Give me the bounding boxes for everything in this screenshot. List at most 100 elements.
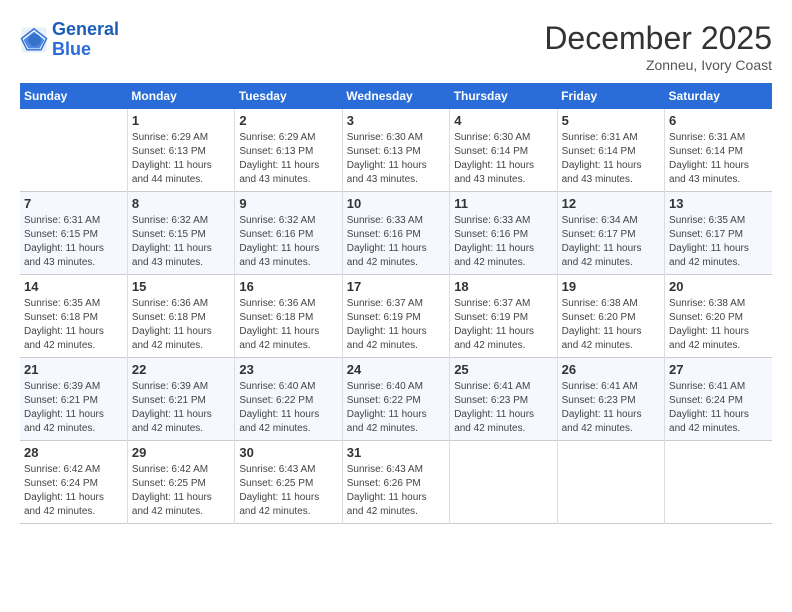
- weekday-header-sunday: Sunday: [20, 83, 127, 109]
- day-number: 28: [24, 445, 123, 460]
- calendar-cell: 11Sunrise: 6:33 AMSunset: 6:16 PMDayligh…: [450, 192, 557, 275]
- day-number: 3: [347, 113, 445, 128]
- calendar-cell: [665, 441, 772, 524]
- weekday-header-friday: Friday: [557, 83, 664, 109]
- day-number: 2: [239, 113, 337, 128]
- calendar-cell: 15 Sunrise: 6:36 AMSunset: 6:18 PMDayligh…: [127, 275, 234, 358]
- day-info: Sunrise: 6:33 AMSunset: 6:16 PMDaylight:…: [454, 214, 552, 270]
- calendar-cell: 19Sunrise: 6:38 AMSunset: 6:20 PMDayligh…: [557, 275, 664, 358]
- calendar-cell: 21 Sunrise: 6:39 AMSunset: 6:21 PMDayligh…: [20, 358, 127, 441]
- calendar-cell: 23 Sunrise: 6:40 AMSunset: 6:22 PMDayligh…: [235, 358, 342, 441]
- day-number: 20: [669, 279, 768, 294]
- day-info: Sunrise: 6:39 AMSunset: 6:21 PMDaylight:…: [132, 380, 230, 436]
- day-info: Sunrise: 6:32 AMSunset: 6:16 PMDaylight:…: [239, 214, 337, 270]
- day-number: 18: [454, 279, 552, 294]
- day-number: 10: [347, 196, 445, 211]
- calendar-cell: 12Sunrise: 6:34 AMSunset: 6:17 PMDayligh…: [557, 192, 664, 275]
- day-number: 12: [562, 196, 660, 211]
- day-number: 17: [347, 279, 445, 294]
- calendar-cell: 24Sunrise: 6:40 AMSunset: 6:22 PMDayligh…: [342, 358, 449, 441]
- day-info: Sunrise: 6:30 AMSunset: 6:13 PMDaylight:…: [347, 131, 445, 187]
- day-info: Sunrise: 6:43 AMSunset: 6:26 PMDaylight:…: [347, 463, 445, 519]
- day-info: Sunrise: 6:29 AMSunset: 6:13 PMDaylight:…: [239, 131, 337, 187]
- calendar-cell: 2 Sunrise: 6:29 AMSunset: 6:13 PMDaylight…: [235, 109, 342, 192]
- calendar-cell: 17 Sunrise: 6:37 AMSunset: 6:19 PMDayligh…: [342, 275, 449, 358]
- weekday-header-row: SundayMondayTuesdayWednesdayThursdayFrid…: [20, 83, 772, 109]
- day-info: Sunrise: 6:42 AMSunset: 6:24 PMDaylight:…: [24, 463, 123, 519]
- calendar-cell: [450, 441, 557, 524]
- day-number: 13: [669, 196, 768, 211]
- weekday-header-thursday: Thursday: [450, 83, 557, 109]
- calendar-cell: 16 Sunrise: 6:36 AMSunset: 6:18 PMDayligh…: [235, 275, 342, 358]
- day-number: 14: [24, 279, 123, 294]
- day-number: 8: [132, 196, 230, 211]
- day-info: Sunrise: 6:41 AMSunset: 6:24 PMDaylight:…: [669, 380, 768, 436]
- day-info: Sunrise: 6:43 AMSunset: 6:25 PMDaylight:…: [239, 463, 337, 519]
- day-info: Sunrise: 6:33 AMSunset: 6:16 PMDaylight:…: [347, 214, 445, 270]
- weekday-header-saturday: Saturday: [665, 83, 772, 109]
- calendar-cell: 27Sunrise: 6:41 AMSunset: 6:24 PMDayligh…: [665, 358, 772, 441]
- day-info: Sunrise: 6:38 AMSunset: 6:20 PMDaylight:…: [669, 297, 768, 353]
- calendar-cell: 14 Sunrise: 6:35 AMSunset: 6:18 PMDayligh…: [20, 275, 127, 358]
- day-info: Sunrise: 6:36 AMSunset: 6:18 PMDaylight:…: [132, 297, 230, 353]
- day-info: Sunrise: 6:39 AMSunset: 6:21 PMDaylight:…: [24, 380, 123, 436]
- calendar-cell: 13 Sunrise: 6:35 AMSunset: 6:17 PMDayligh…: [665, 192, 772, 275]
- day-number: 21: [24, 362, 123, 377]
- day-number: 19: [562, 279, 660, 294]
- calendar-cell: 4 Sunrise: 6:30 AMSunset: 6:14 PMDaylight…: [450, 109, 557, 192]
- logo-text: General Blue: [52, 20, 119, 60]
- day-info: Sunrise: 6:37 AMSunset: 6:19 PMDaylight:…: [347, 297, 445, 353]
- day-number: 9: [239, 196, 337, 211]
- day-number: 5: [562, 113, 660, 128]
- day-number: 30: [239, 445, 337, 460]
- calendar-cell: 10 Sunrise: 6:33 AMSunset: 6:16 PMDayligh…: [342, 192, 449, 275]
- day-number: 16: [239, 279, 337, 294]
- day-info: Sunrise: 6:32 AMSunset: 6:15 PMDaylight:…: [132, 214, 230, 270]
- day-info: Sunrise: 6:36 AMSunset: 6:18 PMDaylight:…: [239, 297, 337, 353]
- week-row-1: 1Sunrise: 6:29 AMSunset: 6:13 PMDaylight…: [20, 109, 772, 192]
- weekday-header-wednesday: Wednesday: [342, 83, 449, 109]
- day-number: 25: [454, 362, 552, 377]
- day-info: Sunrise: 6:29 AMSunset: 6:13 PMDaylight:…: [132, 131, 230, 187]
- day-info: Sunrise: 6:35 AMSunset: 6:17 PMDaylight:…: [669, 214, 768, 270]
- day-info: Sunrise: 6:40 AMSunset: 6:22 PMDaylight:…: [239, 380, 337, 436]
- calendar-cell: 22Sunrise: 6:39 AMSunset: 6:21 PMDayligh…: [127, 358, 234, 441]
- calendar-cell: 1Sunrise: 6:29 AMSunset: 6:13 PMDaylight…: [127, 109, 234, 192]
- location: Zonneu, Ivory Coast: [544, 57, 772, 73]
- calendar-cell: 5 Sunrise: 6:31 AMSunset: 6:14 PMDaylight…: [557, 109, 664, 192]
- calendar-cell: [20, 109, 127, 192]
- day-number: 26: [562, 362, 660, 377]
- calendar-cell: 29 Sunrise: 6:42 AMSunset: 6:25 PMDayligh…: [127, 441, 234, 524]
- day-info: Sunrise: 6:42 AMSunset: 6:25 PMDaylight:…: [132, 463, 230, 519]
- day-info: Sunrise: 6:30 AMSunset: 6:14 PMDaylight:…: [454, 131, 552, 187]
- day-number: 6: [669, 113, 768, 128]
- day-number: 23: [239, 362, 337, 377]
- day-info: Sunrise: 6:31 AMSunset: 6:14 PMDaylight:…: [562, 131, 660, 187]
- weekday-header-tuesday: Tuesday: [235, 83, 342, 109]
- day-number: 4: [454, 113, 552, 128]
- week-row-3: 14 Sunrise: 6:35 AMSunset: 6:18 PMDayligh…: [20, 275, 772, 358]
- calendar-cell: 31Sunrise: 6:43 AMSunset: 6:26 PMDayligh…: [342, 441, 449, 524]
- weekday-header-monday: Monday: [127, 83, 234, 109]
- calendar-table: SundayMondayTuesdayWednesdayThursdayFrid…: [20, 83, 772, 524]
- calendar-cell: 8 Sunrise: 6:32 AMSunset: 6:15 PMDaylight…: [127, 192, 234, 275]
- calendar-cell: 26 Sunrise: 6:41 AMSunset: 6:23 PMDayligh…: [557, 358, 664, 441]
- calendar-cell: 30 Sunrise: 6:43 AMSunset: 6:25 PMDayligh…: [235, 441, 342, 524]
- calendar-cell: 9 Sunrise: 6:32 AMSunset: 6:16 PMDaylight…: [235, 192, 342, 275]
- week-row-2: 7Sunrise: 6:31 AMSunset: 6:15 PMDaylight…: [20, 192, 772, 275]
- page-header: General Blue December 2025 Zonneu, Ivory…: [20, 20, 772, 73]
- day-info: Sunrise: 6:41 AMSunset: 6:23 PMDaylight:…: [562, 380, 660, 436]
- day-info: Sunrise: 6:31 AMSunset: 6:14 PMDaylight:…: [669, 131, 768, 187]
- day-info: Sunrise: 6:35 AMSunset: 6:18 PMDaylight:…: [24, 297, 123, 353]
- day-number: 29: [132, 445, 230, 460]
- calendar-cell: 18 Sunrise: 6:37 AMSunset: 6:19 PMDayligh…: [450, 275, 557, 358]
- day-number: 15: [132, 279, 230, 294]
- calendar-cell: 3 Sunrise: 6:30 AMSunset: 6:13 PMDaylight…: [342, 109, 449, 192]
- calendar-cell: 6 Sunrise: 6:31 AMSunset: 6:14 PMDaylight…: [665, 109, 772, 192]
- day-info: Sunrise: 6:37 AMSunset: 6:19 PMDaylight:…: [454, 297, 552, 353]
- logo-icon: [20, 26, 48, 54]
- calendar-cell: 25Sunrise: 6:41 AMSunset: 6:23 PMDayligh…: [450, 358, 557, 441]
- week-row-4: 21 Sunrise: 6:39 AMSunset: 6:21 PMDayligh…: [20, 358, 772, 441]
- calendar-cell: 7Sunrise: 6:31 AMSunset: 6:15 PMDaylight…: [20, 192, 127, 275]
- day-info: Sunrise: 6:40 AMSunset: 6:22 PMDaylight:…: [347, 380, 445, 436]
